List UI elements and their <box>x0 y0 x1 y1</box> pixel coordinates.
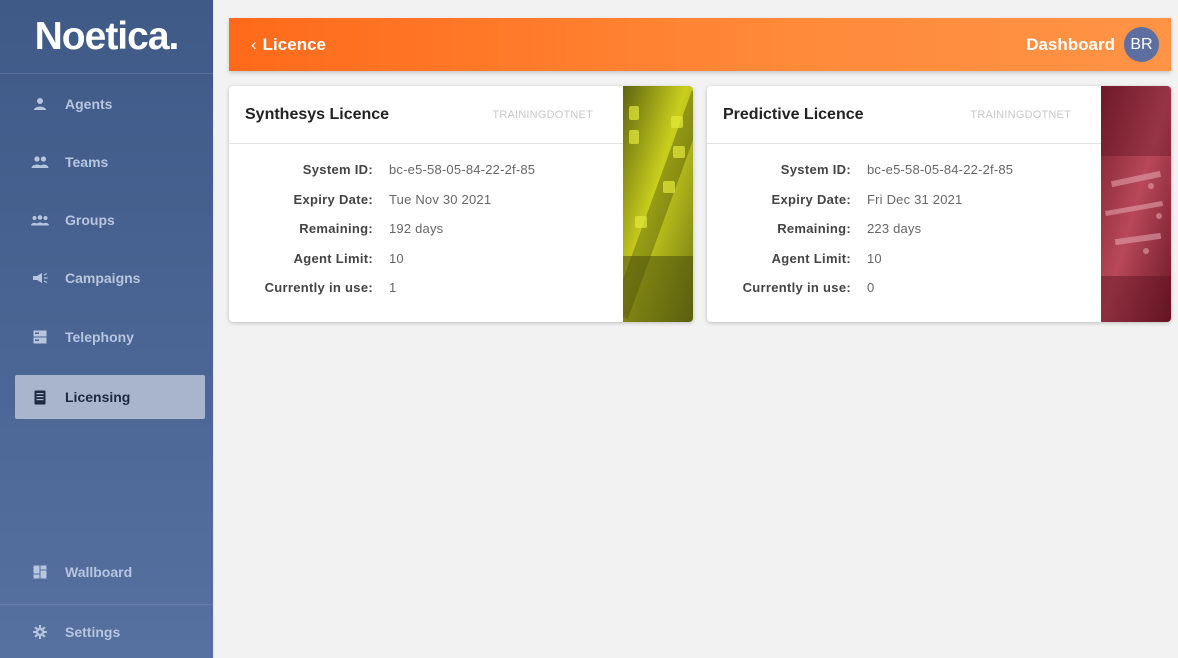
page-title: Licence <box>262 34 326 54</box>
sidebar-item-agents[interactable]: Agents <box>15 82 205 126</box>
sidebar-item-wallboard[interactable]: Wallboard <box>15 550 205 594</box>
people-icon <box>15 155 65 169</box>
sidebar-item-label: Groups <box>65 212 115 228</box>
main-content: ‹ Licence Dashboard BR Synthesys Licence… <box>213 0 1178 658</box>
sidebar-item-label: Agents <box>65 96 113 112</box>
currently-in-use-label: Currently in use: <box>264 280 373 295</box>
card-header: Synthesys Licence TRAININGDOTNET <box>229 86 623 144</box>
sidebar-item-label: Telephony <box>65 329 134 345</box>
card-image <box>623 86 693 322</box>
detail-row-agent-limit: Agent Limit: 10 <box>229 251 535 281</box>
group-icon <box>15 214 65 226</box>
agent-limit-value: 10 <box>867 250 882 266</box>
sidebar-item-settings[interactable]: Settings <box>15 610 205 654</box>
currently-in-use-value: 0 <box>867 280 875 295</box>
system-id-value: bc-e5-58-05-84-22-2f-85 <box>867 162 1014 177</box>
expiry-date-label: Expiry Date: <box>293 191 373 207</box>
detail-row-agent-limit: Agent Limit: 10 <box>707 251 1013 281</box>
card-tag: TRAININGDOTNET <box>492 108 593 121</box>
sidebar-item-label: Licensing <box>65 389 131 405</box>
remaining-label: Remaining: <box>299 221 373 236</box>
chevron-left-icon: ‹ <box>251 34 257 54</box>
sidebar-item-teams[interactable]: Teams <box>15 140 205 184</box>
detail-row-expiry-date: Expiry Date: Fri Dec 31 2021 <box>707 192 1013 222</box>
header-right: Dashboard BR <box>1026 27 1159 62</box>
logo[interactable]: Noetica. <box>0 0 213 74</box>
remaining-label: Remaining: <box>777 221 851 236</box>
agent-limit-label: Agent Limit: <box>771 250 851 266</box>
card-header: Predictive Licence TRAININGDOTNET <box>707 86 1101 144</box>
detail-row-system-id: System ID: bc-e5-58-05-84-22-2f-85 <box>707 162 1013 192</box>
license-icon <box>15 390 65 405</box>
megaphone-icon <box>15 271 65 285</box>
currently-in-use-value: 1 <box>389 280 397 295</box>
expiry-date-label: Expiry Date: <box>771 191 851 207</box>
card-title: Predictive Licence <box>723 105 864 123</box>
card-image <box>1101 86 1171 322</box>
dashboard-icon <box>15 565 65 579</box>
agent-limit-value: 10 <box>389 250 404 266</box>
system-id-label: System ID: <box>780 162 851 177</box>
expiry-date-value: Fri Dec 31 2021 <box>867 191 963 207</box>
sidebar-item-label: Teams <box>65 154 109 170</box>
system-id-label: System ID: <box>302 162 373 177</box>
server-icon <box>15 330 65 344</box>
avatar[interactable]: BR <box>1124 27 1159 62</box>
sidebar-divider <box>0 604 213 605</box>
agent-limit-label: Agent Limit: <box>293 250 373 266</box>
dashboard-link[interactable]: Dashboard <box>1026 35 1115 55</box>
gear-icon <box>15 625 65 639</box>
currently-in-use-label: Currently in use: <box>742 280 851 295</box>
card-title: Synthesys Licence <box>245 105 390 123</box>
detail-row-remaining: Remaining: 192 days <box>229 221 535 251</box>
sidebar-item-label: Settings <box>65 624 121 640</box>
licence-card-predictive: Predictive Licence TRAININGDOTNET System… <box>707 86 1171 322</box>
expiry-date-value: Tue Nov 30 2021 <box>389 191 492 207</box>
sidebar-item-telephony[interactable]: Telephony <box>15 315 205 359</box>
sidebar-item-groups[interactable]: Groups <box>15 198 205 242</box>
card-tag: TRAININGDOTNET <box>970 108 1071 121</box>
system-id-value: bc-e5-58-05-84-22-2f-85 <box>389 162 536 177</box>
sidebar-item-label: Campaigns <box>65 270 141 286</box>
licence-card-synthesys: Synthesys Licence TRAININGDOTNET System … <box>229 86 693 322</box>
person-icon <box>15 97 65 111</box>
remaining-value: 192 days <box>389 221 444 236</box>
sidebar-item-licensing[interactable]: Licensing <box>15 375 205 419</box>
header-bar: ‹ Licence Dashboard BR <box>229 18 1171 71</box>
detail-row-currently-in-use: Currently in use: 1 <box>229 280 535 310</box>
sidebar-item-campaigns[interactable]: Campaigns <box>15 256 205 300</box>
detail-row-remaining: Remaining: 223 days <box>707 221 1013 251</box>
back-button[interactable]: ‹ Licence <box>251 35 326 55</box>
detail-row-currently-in-use: Currently in use: 0 <box>707 280 1013 310</box>
sidebar-item-label: Wallboard <box>65 564 133 580</box>
logo-text: Noetica. <box>34 14 180 58</box>
remaining-value: 223 days <box>867 221 922 236</box>
card-details: System ID: bc-e5-58-05-84-22-2f-85 Expir… <box>229 162 535 310</box>
sidebar: Noetica. Agents Teams Groups Campaigns T… <box>0 0 213 658</box>
detail-row-system-id: System ID: bc-e5-58-05-84-22-2f-85 <box>229 162 535 192</box>
card-details: System ID: bc-e5-58-05-84-22-2f-85 Expir… <box>707 162 1013 310</box>
detail-row-expiry-date: Expiry Date: Tue Nov 30 2021 <box>229 192 535 222</box>
